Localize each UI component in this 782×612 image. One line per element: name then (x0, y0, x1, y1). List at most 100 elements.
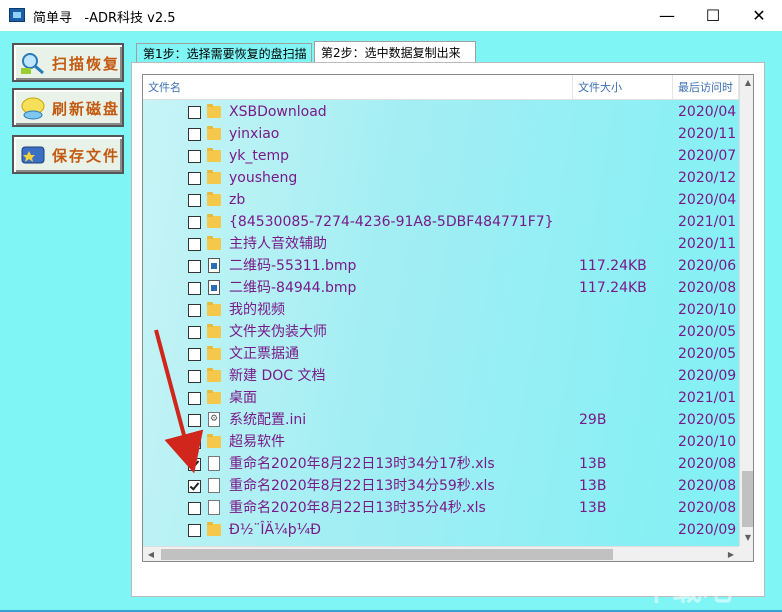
row-checkbox[interactable] (188, 370, 201, 383)
list-item[interactable]: 文件夹伪装大师 2020/05 (143, 321, 739, 343)
file-date: 2020/11 (678, 126, 737, 142)
row-checkbox[interactable] (188, 282, 201, 295)
vertical-scrollbar[interactable]: ▲ ▼ (739, 75, 753, 546)
file-date: 2020/06 (678, 258, 737, 274)
file-date: 2021/01 (678, 390, 737, 406)
title-bar: 简单寻 -ADR科技 v2.5 — ☐ ✕ (0, 0, 782, 31)
file-size (579, 233, 669, 255)
list-item[interactable]: XSBDownload 2020/04 (143, 101, 739, 123)
row-checkbox[interactable] (188, 260, 201, 273)
list-item[interactable]: 主持人音效辅助 2020/11 (143, 233, 739, 255)
file-name: 文正票据通 (229, 346, 299, 362)
file-size (579, 167, 669, 189)
file-date: 2020/10 (678, 434, 737, 450)
row-checkbox[interactable] (188, 150, 201, 163)
row-checkbox[interactable] (188, 414, 201, 427)
tab-step-2[interactable]: 第2步：选中数据复制出来 (314, 41, 476, 63)
row-checkbox[interactable] (188, 326, 201, 339)
row-checkbox[interactable] (188, 216, 201, 229)
file-date: 2020/09 (678, 368, 737, 384)
config-file-icon (208, 412, 220, 427)
folder-icon (207, 170, 221, 184)
file-date: 2020/08 (678, 456, 737, 472)
scan-icon (21, 53, 44, 75)
close-button[interactable]: ✕ (736, 0, 782, 31)
minimize-button[interactable]: — (644, 0, 690, 31)
list-item[interactable]: yk_temp 2020/07 (143, 145, 739, 167)
scan-recover-label: 扫描恢复 (52, 55, 121, 73)
file-date: 2020/11 (678, 236, 737, 252)
file-size (579, 145, 669, 167)
column-header-size[interactable]: 文件大小 (573, 75, 673, 100)
scroll-left-icon[interactable]: ◀ (143, 547, 159, 561)
file-size (579, 211, 669, 233)
folder-icon (207, 126, 221, 140)
file-list: 文件名 文件大小 最后访问时 XSBDownload 2020/04 yinxiao… (142, 74, 754, 562)
list-item[interactable]: 系统配置.ini 29B 2020/05 (143, 409, 739, 431)
file-name: 系统配置.ini (229, 412, 307, 428)
scroll-right-icon[interactable]: ▶ (723, 547, 739, 561)
list-item[interactable]: 二维码-84944.bmp 117.24KB 2020/08 (143, 277, 739, 299)
column-header-date[interactable]: 最后访问时 (673, 75, 739, 100)
file-name: 新建 DOC 文档 (229, 368, 326, 384)
scan-recover-button[interactable]: 扫描恢复 (12, 43, 124, 82)
row-checkbox[interactable] (188, 392, 201, 405)
scroll-down-icon[interactable]: ▼ (740, 530, 753, 546)
list-item[interactable]: 二维码-55311.bmp 117.24KB 2020/06 (143, 255, 739, 277)
row-checkbox[interactable] (188, 524, 201, 537)
document-icon (208, 478, 220, 493)
list-item[interactable]: zb 2020/04 (143, 189, 739, 211)
file-size (579, 299, 669, 321)
file-date: 2020/10 (678, 302, 737, 318)
row-checkbox[interactable] (188, 436, 201, 449)
list-item[interactable]: {84530085-7274-4236-91A8-5DBF484771F7} 20… (143, 211, 739, 233)
file-date: 2020/07 (678, 148, 737, 164)
row-checkbox[interactable] (188, 458, 201, 471)
list-item[interactable]: 重命名2020年8月22日13时34分17秒.xls 13B 2020/08 (143, 453, 739, 475)
checkmark-icon (189, 480, 200, 491)
row-checkbox[interactable] (188, 348, 201, 361)
file-name: 重命名2020年8月22日13时34分17秒.xls (229, 456, 495, 472)
row-checkbox[interactable] (188, 238, 201, 251)
scrollbar-corner (739, 546, 753, 561)
list-item[interactable]: 文正票据通 2020/05 (143, 343, 739, 365)
row-checkbox[interactable] (188, 194, 201, 207)
row-checkbox[interactable] (188, 106, 201, 119)
file-date: 2020/04 (678, 192, 737, 208)
list-item[interactable]: 超易软件 2020/10 (143, 431, 739, 453)
file-date: 2020/12 (678, 170, 737, 186)
list-item[interactable]: Ð½¨ÎÄ¼þ¼Ð 2020/09 (143, 519, 739, 541)
column-header-name[interactable]: 文件名 (143, 75, 573, 100)
refresh-disk-button[interactable]: 刷新磁盘 (12, 88, 124, 127)
file-name: 桌面 (229, 390, 257, 406)
file-date: 2020/05 (678, 346, 737, 362)
row-checkbox[interactable] (188, 172, 201, 185)
refresh-disk-label: 刷新磁盘 (52, 100, 121, 118)
list-item[interactable]: yinxiao 2020/11 (143, 123, 739, 145)
list-item[interactable]: 重命名2020年8月22日13时34分59秒.xls 13B 2020/08 (143, 475, 739, 497)
scroll-up-icon[interactable]: ▲ (740, 75, 753, 91)
row-checkbox[interactable] (188, 480, 201, 493)
watermark-text: 下载吧 (642, 573, 732, 608)
list-item[interactable]: 新建 DOC 文档 2020/09 (143, 365, 739, 387)
file-size: 29B (579, 412, 607, 428)
vertical-scroll-thumb[interactable] (742, 471, 753, 527)
horizontal-scrollbar[interactable]: ◀ ▶ (143, 546, 739, 561)
file-name: yousheng (229, 170, 298, 186)
horizontal-scroll-thumb[interactable] (161, 549, 613, 560)
list-item[interactable]: 重命名2020年8月22日13时35分4秒.xls 13B 2020/08 (143, 497, 739, 519)
row-checkbox[interactable] (188, 502, 201, 515)
save-file-button[interactable]: 保存文件 (12, 135, 124, 174)
list-item[interactable]: 我的视频 2020/10 (143, 299, 739, 321)
app-icon (9, 8, 25, 22)
list-item[interactable]: yousheng 2020/12 (143, 167, 739, 189)
row-checkbox[interactable] (188, 128, 201, 141)
tab-step-1[interactable]: 第1步：选择需要恢复的盘扫描 (136, 43, 312, 63)
file-date: 2020/08 (678, 280, 737, 296)
list-header: 文件名 文件大小 最后访问时 (143, 75, 739, 100)
maximize-button[interactable]: ☐ (690, 0, 736, 31)
save-file-icon (21, 146, 45, 164)
list-item[interactable]: 桌面 2021/01 (143, 387, 739, 409)
row-checkbox[interactable] (188, 304, 201, 317)
refresh-disk-icon (21, 97, 45, 120)
